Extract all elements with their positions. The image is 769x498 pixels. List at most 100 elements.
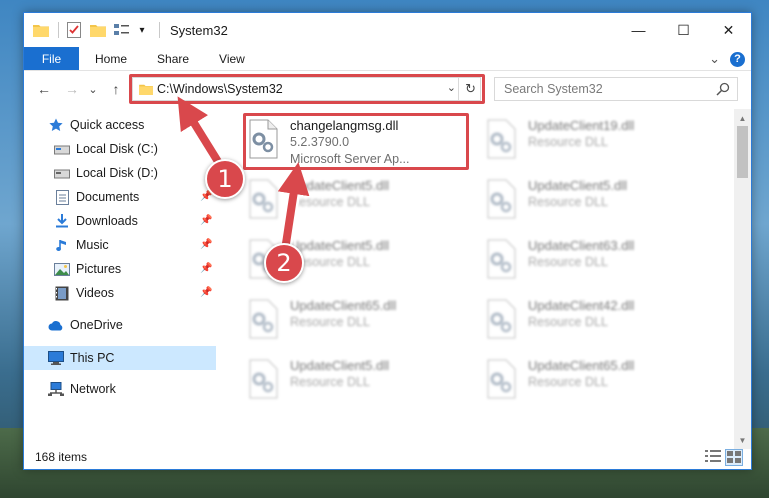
- file-item[interactable]: UpdateClient5.dll Resource DLL: [222, 173, 450, 229]
- sidebar-item-label: Local Disk (D:): [76, 166, 158, 180]
- file-item[interactable]: UpdateClient5.dll Resource DLL: [222, 233, 450, 289]
- file-name: UpdateClient65.dll: [528, 358, 635, 373]
- file-item[interactable]: UpdateClient5.dll Resource DLL: [222, 353, 450, 409]
- tab-file[interactable]: File: [24, 47, 79, 70]
- file-name: UpdateClient19.dll: [528, 118, 635, 133]
- drive-icon: [54, 141, 70, 157]
- dll-file-icon: [249, 299, 278, 339]
- file-type: Resource DLL: [290, 375, 370, 389]
- file-name: UpdateClient5.dll: [290, 238, 390, 253]
- sidebar-item-pictures[interactable]: Pictures: [54, 258, 121, 280]
- search-input[interactable]: Search System32: [494, 77, 738, 101]
- sidebar-item-onedrive[interactable]: OneDrive: [48, 314, 123, 336]
- file-type: Resource DLL: [290, 195, 370, 209]
- file-type: Resource DLL: [528, 375, 608, 389]
- sidebar-item-this-pc[interactable]: This PC: [48, 347, 114, 369]
- pictures-icon: [54, 261, 70, 277]
- folder-icon: [32, 21, 50, 39]
- video-icon: [54, 285, 70, 301]
- status-bar: 168 items: [24, 445, 751, 469]
- file-item[interactable]: UpdateClient65.dll Resource DLL: [460, 353, 688, 409]
- sidebar-item-label: This PC: [70, 351, 115, 365]
- pin-icon: 📌: [200, 287, 213, 298]
- dll-file-icon: [487, 299, 516, 339]
- window-title: System32: [170, 22, 228, 38]
- close-button[interactable]: ✕: [706, 13, 751, 47]
- new-folder-icon[interactable]: [89, 21, 107, 39]
- pin-icon: 📌: [200, 263, 213, 274]
- address-highlight-box: [129, 74, 485, 104]
- up-button[interactable]: ↑: [106, 79, 126, 99]
- sidebar-item-label: Videos: [76, 286, 114, 300]
- vertical-scrollbar[interactable]: ▲ ▼: [734, 109, 751, 449]
- file-name: UpdateClient5.dll: [290, 358, 390, 373]
- sidebar-item-network[interactable]: Network: [48, 378, 116, 400]
- help-icon[interactable]: ?: [730, 51, 745, 67]
- file-item[interactable]: UpdateClient5.dll Resource DLL: [460, 173, 688, 229]
- navigation-bar: ← → ⌄ ↑ C:\Windows\System32 ⌄ ↻ Search S…: [24, 72, 751, 106]
- file-item[interactable]: UpdateClient42.dll Resource DLL: [460, 293, 688, 349]
- tab-view[interactable]: View: [204, 47, 260, 70]
- expand-ribbon-icon[interactable]: ⌄: [709, 51, 720, 67]
- back-button[interactable]: ←: [34, 79, 54, 99]
- sidebar-item-videos[interactable]: Videos: [54, 282, 114, 304]
- dll-file-icon: [487, 119, 516, 159]
- file-explorer-window: ▾ System32 — ☐ ✕ File Home Share View ⌄ …: [23, 12, 752, 470]
- ribbon-tabs: File Home Share View ⌄ ?: [24, 47, 751, 71]
- sidebar-item-local-disk-c[interactable]: Local Disk (C:): [54, 138, 158, 160]
- file-type: Resource DLL: [528, 255, 608, 269]
- computer-icon: [48, 350, 64, 366]
- sidebar-item-documents[interactable]: Documents: [54, 186, 139, 208]
- view-switcher: [705, 449, 743, 466]
- sidebar-item-music[interactable]: Music: [54, 234, 109, 256]
- network-icon: [48, 381, 64, 397]
- file-item[interactable]: UpdateClient19.dll Resource DLL: [460, 113, 688, 169]
- sidebar-item-label: Local Disk (C:): [76, 142, 158, 156]
- file-name: UpdateClient5.dll: [290, 178, 390, 193]
- sidebar-item-label: Downloads: [76, 214, 138, 228]
- file-name: UpdateClient63.dll: [528, 238, 635, 253]
- minimize-button[interactable]: —: [616, 13, 661, 47]
- dll-file-icon: [487, 239, 516, 279]
- dll-file-icon: [249, 179, 278, 219]
- details-view-icon[interactable]: [705, 449, 721, 466]
- dll-file-icon: [487, 359, 516, 399]
- search-placeholder: Search System32: [504, 82, 603, 96]
- file-type: Resource DLL: [528, 195, 608, 209]
- documents-icon: [54, 189, 70, 205]
- sidebar-item-quick-access[interactable]: Quick access: [48, 114, 144, 136]
- window-controls: — ☐ ✕: [616, 13, 751, 47]
- tab-home[interactable]: Home: [79, 47, 142, 70]
- sidebar-item-local-disk-d[interactable]: Local Disk (D:): [54, 162, 158, 184]
- pin-icon: 📌: [200, 239, 213, 250]
- drive-icon: [54, 165, 70, 181]
- recent-locations-button[interactable]: ⌄: [86, 79, 100, 99]
- title-bar: ▾ System32 — ☐ ✕: [24, 13, 751, 47]
- sidebar-item-label: Pictures: [76, 262, 122, 276]
- ribbon-right-controls: ⌄ ?: [709, 51, 745, 67]
- chevron-down-icon[interactable]: ▾: [133, 21, 151, 39]
- customize-toolbar-icon[interactable]: [113, 21, 131, 39]
- pin-icon: 📌: [200, 215, 213, 226]
- cloud-icon: [48, 317, 64, 333]
- sidebar-item-downloads[interactable]: Downloads: [54, 210, 138, 232]
- sidebar-item-label: OneDrive: [70, 318, 123, 332]
- file-type: Resource DLL: [290, 255, 370, 269]
- file-item[interactable]: UpdateClient65.dll Resource DLL: [222, 293, 450, 349]
- sidebar-item-label: Music: [76, 238, 109, 252]
- dll-file-icon: [249, 359, 278, 399]
- properties-icon[interactable]: [65, 21, 83, 39]
- step-badge-2: 2: [264, 243, 304, 283]
- file-item[interactable]: UpdateClient63.dll Resource DLL: [460, 233, 688, 289]
- maximize-button[interactable]: ☐: [661, 13, 706, 47]
- forward-button[interactable]: →: [62, 79, 82, 99]
- scroll-up-icon[interactable]: ▲: [734, 111, 751, 125]
- tiles-view-icon[interactable]: [725, 449, 743, 466]
- step-badge-1: 1: [205, 159, 245, 199]
- tab-share[interactable]: Share: [142, 47, 204, 70]
- scrollbar-thumb[interactable]: [737, 126, 748, 178]
- toolbar-separator: [58, 22, 59, 38]
- file-type: Resource DLL: [290, 315, 370, 329]
- search-icon: [716, 82, 730, 99]
- file-name: UpdateClient42.dll: [528, 298, 635, 313]
